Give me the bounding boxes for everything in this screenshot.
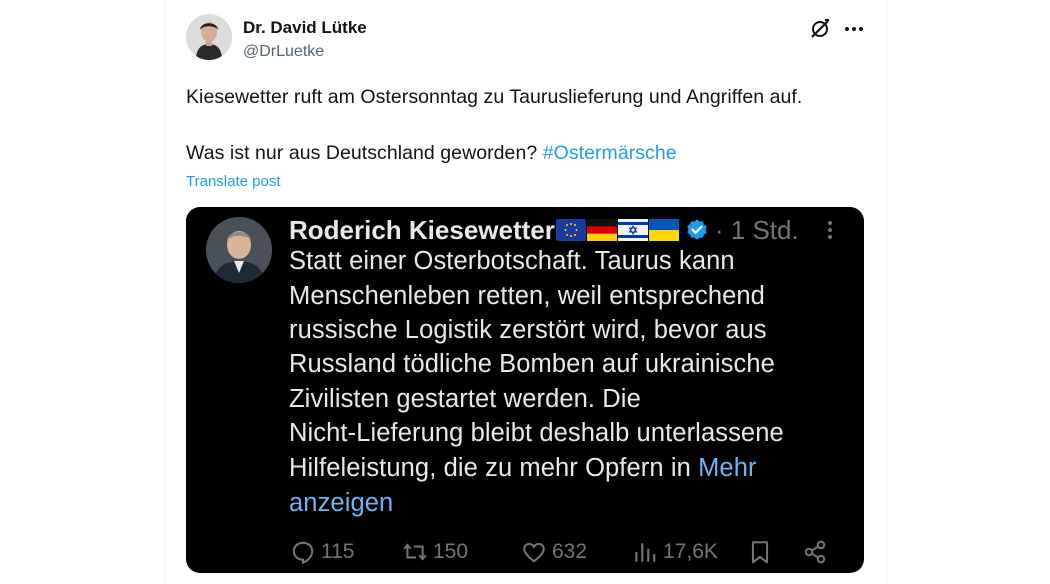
bookmark-action [747,539,778,565]
quoted-text-line: russische Logistik zerstört wird, bevor … [289,316,767,344]
repost-count: 150 [433,540,469,563]
quoted-text-line: Nicht-Lieferung bleibt deshalb unterlass… [289,419,784,447]
quoted-more-icon [828,221,832,239]
reply-count: 115 [321,540,355,563]
germany-flag [586,219,617,241]
repost-icon [403,543,427,561]
quoted-text-line: Statt einer Osterbotschaft. Taurus kann [289,247,735,275]
views-count: 17,6K [663,540,718,563]
verified-badge-icon [687,219,707,240]
reply-icon [292,541,314,564]
author-handle[interactable]: @DrLuetke [243,43,324,61]
post-text-question: Was ist nur aus Deutschland geworden? [186,142,538,164]
ukraine-flag [648,219,679,241]
hashtag-link[interactable]: #Ostermärsche [543,142,677,164]
more-dots-icon[interactable] [842,17,866,41]
show-more-link: Mehr [698,454,757,482]
quoted-text-line: Zivilisten gestartet werden. Die [289,385,641,413]
quoted-author-avatar [206,217,272,283]
post-text-line-1: Kiesewetter ruft am Ostersonntag zu Taur… [186,86,803,108]
embedded-screenshot[interactable]: Roderich Kiesewetter · 1 Std. Statt eine… [186,207,864,573]
quoted-text-line: Russland tödliche Bomben auf ukrainische [289,350,775,378]
share-icon [804,540,826,564]
grok-icon[interactable] [808,17,832,41]
post-text-line-2: Was ist nur aus Deutschland geworden? #O… [186,142,677,165]
eu-flag [555,219,586,241]
share-action [802,539,833,565]
quoted-header: Roderich Kiesewetter · 1 Std. [289,213,799,247]
quoted-author-name: Roderich Kiesewetter [289,214,555,245]
bookmark-icon [751,541,769,564]
like-action: 632 [521,539,587,565]
quoted-text-fragment: Hilfeleistung, die zu mehr Opfern in [289,454,691,482]
author-name[interactable]: Dr. David Lütke [243,18,367,38]
reply-action: 115 [290,539,354,565]
translate-post-link[interactable]: Translate post [186,173,281,190]
quoted-text-line-last: Hilfeleistung, die zu mehr Opfern in Meh… [289,454,757,483]
views-chart-icon [635,543,656,562]
repost-action: 150 [402,539,468,565]
show-more-link-continued: anzeigen [289,489,394,517]
like-count: 632 [552,540,588,563]
israel-flag [617,219,648,241]
author-avatar[interactable] [186,14,232,60]
quoted-text-line: Menschenleben retten, weil entsprechend [289,282,765,310]
views-action: 17,6K [632,539,718,565]
quoted-timestamp: · 1 Std. [714,214,799,245]
like-heart-icon [523,542,545,563]
